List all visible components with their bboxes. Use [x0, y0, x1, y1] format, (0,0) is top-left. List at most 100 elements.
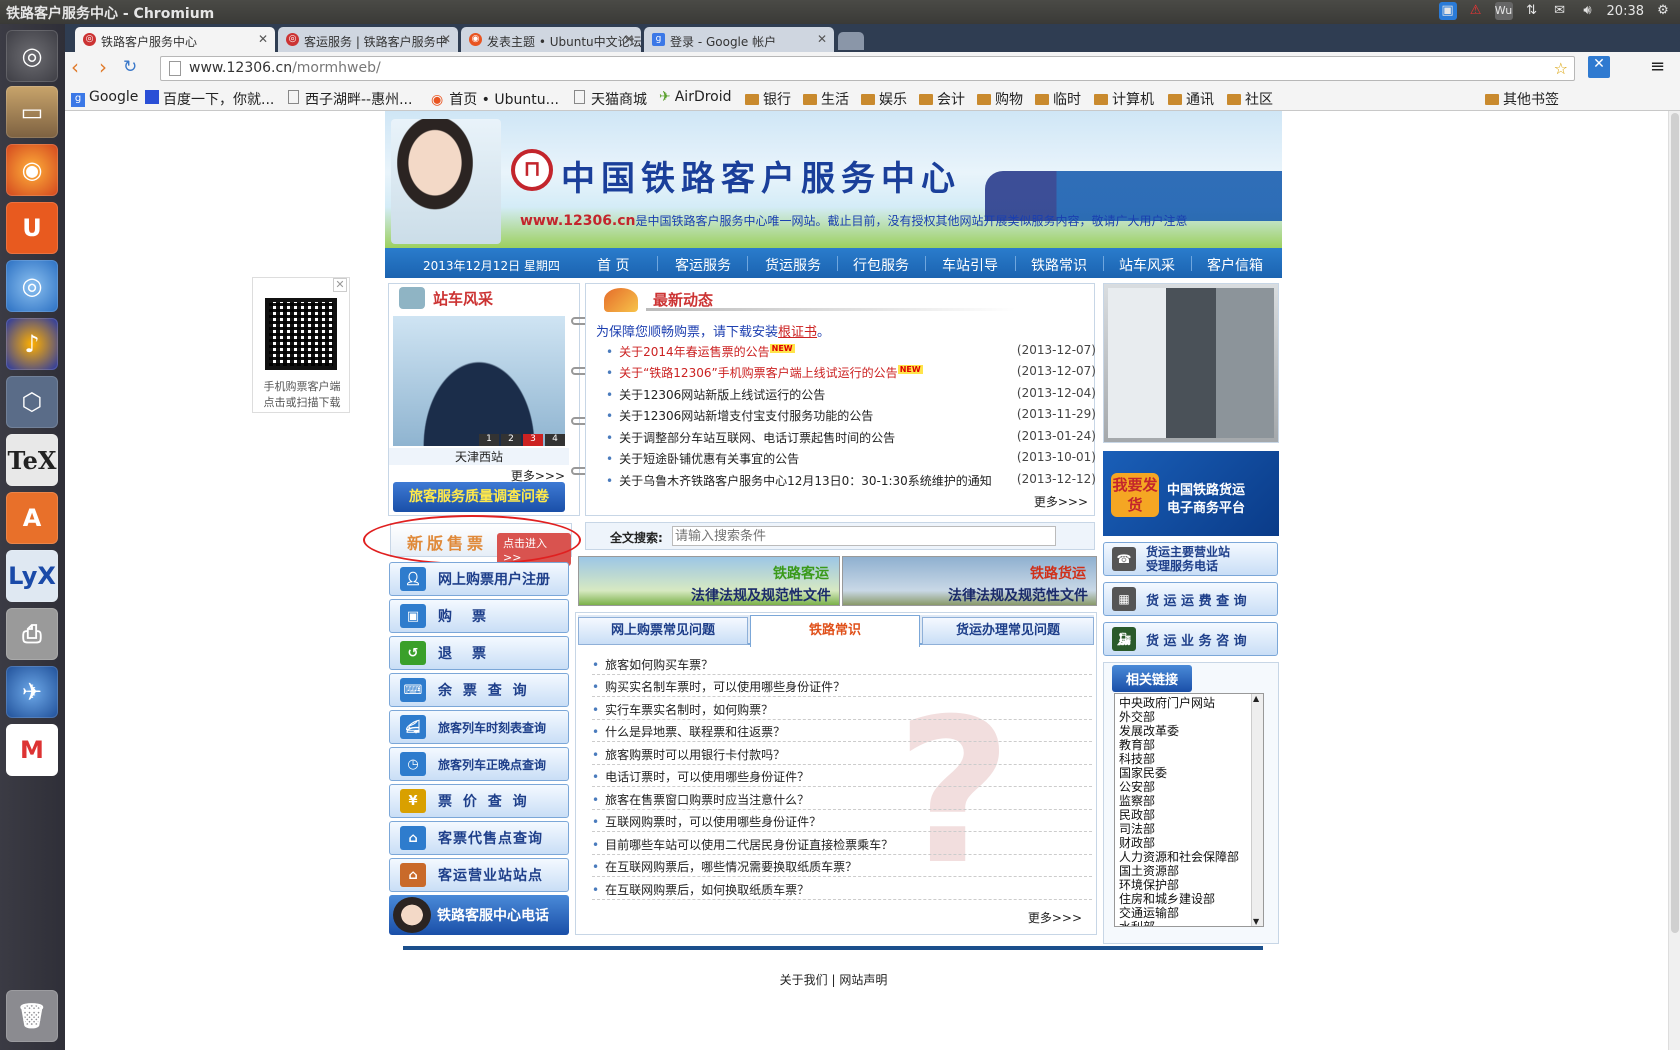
firefox-icon[interactable]: ◉: [6, 144, 58, 196]
news-title[interactable]: 关于乌鲁木齐铁路客户服务中心12月13日0：30-1:30系统维护的通知: [619, 474, 992, 488]
network-icon[interactable]: ⇅: [1523, 2, 1541, 20]
extension-icon[interactable]: ✕: [1588, 56, 1610, 78]
faq-text[interactable]: 实行车票实名制时，如何购票？: [605, 703, 773, 717]
news-item[interactable]: • 关于乌鲁木齐铁路客户服务中心12月13日0：30-1:30系统维护的通知 (20…: [606, 472, 1096, 490]
faq-item[interactable]: • 旅客如何购买车票？: [592, 653, 1092, 675]
new-tab-button[interactable]: [838, 32, 864, 50]
freight-fee-query-button[interactable]: ▦ 货 运 运 费 查 询: [1103, 582, 1278, 616]
news-item[interactable]: • 关于12306网站新版上线试运行的公告 (2013-12-04): [606, 386, 1096, 404]
timetable-button[interactable]: 🚄︎ 旅客列车时刻表查询: [389, 710, 569, 744]
tab-passenger-service[interactable]: ◎ 客运服务 | 铁路客户服务中 ✕: [278, 27, 458, 52]
close-icon[interactable]: ✕: [817, 32, 827, 46]
station-caption[interactable]: 天津西站: [389, 448, 569, 465]
nav-luggage-service[interactable]: 行包服务: [853, 255, 909, 275]
qr-download-panel[interactable]: ✕ 手机购票客户端 点击或扫描下载: [252, 277, 350, 413]
bookmark-xizi[interactable]: 西子湖畔--惠州...: [288, 89, 412, 109]
warning-icon[interactable]: ⚠: [1467, 2, 1485, 20]
nav-station-style[interactable]: 站车风采: [1119, 255, 1175, 275]
list-item[interactable]: 水利部: [1119, 918, 1155, 926]
mail-icon[interactable]: ✉: [1551, 2, 1569, 20]
chromium-icon[interactable]: ◎: [6, 260, 58, 312]
cert-link[interactable]: 根证书: [778, 325, 817, 340]
agency-query-button[interactable]: ⌂ 客票代售点查询: [389, 821, 569, 855]
tab-ubuntu-forum[interactable]: ◉ 发表主题 • Ubuntu中文论坛 ✕: [461, 27, 641, 52]
news-item[interactable]: • 关于调整部分车站互联网、电话订票起售时间的公告 (2013-01-24): [606, 429, 1096, 447]
bookmark-folder-temp[interactable]: 临时: [1035, 89, 1081, 109]
scroll-up-icon[interactable]: ▲: [1253, 694, 1259, 703]
address-bar[interactable]: www.12306.cn/mormhweb/ ☆: [160, 56, 1575, 81]
news-item[interactable]: • 关于2014年春运售票的公告 NEW (2013-12-07): [606, 343, 1096, 361]
audacity-icon[interactable]: ♪: [6, 318, 58, 370]
freight-law-banner[interactable]: 铁路货运 法律法规及规范性文件: [842, 556, 1097, 606]
faq-text[interactable]: 目前哪些车站可以使用二代居民身份证直接检票乘车？: [605, 838, 893, 852]
bookmark-ubuntu[interactable]: ◉ 首页 • Ubuntu...: [431, 89, 559, 109]
survey-button[interactable]: 旅客服务质量调查问卷: [393, 482, 565, 512]
bookmark-folder-comm[interactable]: 通讯: [1168, 89, 1214, 109]
faq-item[interactable]: • 电话订票时，可以使用哪些身份证件？: [592, 765, 1092, 787]
faq-item[interactable]: • 实行车票实名制时，如何购票？: [592, 698, 1092, 720]
faq-text[interactable]: 旅客购票时可以用银行卡付款吗？: [605, 748, 785, 762]
ubuntu-dash-icon[interactable]: ◎: [6, 30, 58, 82]
buy-ticket-button[interactable]: ▣ 购 票: [389, 599, 569, 633]
close-icon[interactable]: ✕: [441, 32, 451, 46]
reload-icon[interactable]: ↻: [123, 57, 137, 77]
faq-item[interactable]: • 购买实名制车票时，可以使用哪些身份证件？: [592, 675, 1092, 697]
faq-text[interactable]: 购买实名制车票时，可以使用哪些身份证件？: [605, 680, 845, 694]
nav-passenger-service[interactable]: 客运服务: [675, 255, 731, 275]
related-links-list[interactable]: ▲ ▼ 中央政府门户网站 外交部 发展改革委 教育部 科技部 国家民委 公安部 …: [1114, 693, 1264, 927]
clock[interactable]: 20:38: [1607, 4, 1644, 19]
faq-text[interactable]: 旅客如何购买车票？: [605, 658, 713, 672]
faq-text[interactable]: 什么是异地票、联程票和往返票？: [605, 725, 785, 739]
delay-query-button[interactable]: ◷ 旅客列车正晚点查询: [389, 747, 569, 781]
nav-freight-service[interactable]: 货运服务: [765, 255, 821, 275]
tab-railway-knowledge[interactable]: 铁路常识: [750, 615, 920, 647]
news-title[interactable]: 关于短途卧铺优惠有关事宜的公告: [619, 452, 799, 466]
news-item[interactable]: • 关于12306网站新增支付宝支付服务功能的公告 (2013-11-29): [606, 407, 1096, 425]
bookmark-folder-computer[interactable]: 计算机: [1094, 89, 1154, 109]
nav-home[interactable]: 首 页: [597, 255, 629, 275]
register-button[interactable]: 👤︎ 网上购票用户注册: [389, 562, 569, 596]
faq-text[interactable]: 在互联网购票后，如何换取纸质车票？: [605, 883, 809, 897]
freight-photo[interactable]: [1103, 283, 1279, 443]
station-points-button[interactable]: ⌂ 客运营业站站点: [389, 858, 569, 892]
footer-links[interactable]: 关于我们 | 网站声明: [385, 971, 1282, 988]
files-icon[interactable]: ▭: [6, 86, 58, 138]
bookmark-baidu[interactable]: 百度一下，你就...: [145, 89, 274, 109]
volume-icon[interactable]: 🔊︎: [1579, 2, 1597, 20]
faq-item[interactable]: • 旅客在售票窗口购票时应当注意什么？: [592, 788, 1092, 810]
page-scrollbar[interactable]: [1668, 111, 1680, 1050]
bookmark-folder-life[interactable]: 生活: [803, 89, 849, 109]
input-method-icon[interactable]: Wu: [1494, 2, 1513, 20]
hotline-banner[interactable]: 铁路客服中心电话: [389, 895, 569, 935]
trash-icon[interactable]: 🗑︎: [6, 990, 58, 1042]
faq-text[interactable]: 旅客在售票窗口购票时应当注意什么？: [605, 793, 809, 807]
bookmark-airdroid[interactable]: ✈ AirDroid: [659, 89, 732, 105]
gmail-icon[interactable]: M: [6, 724, 58, 776]
printer-icon[interactable]: ⎙: [6, 608, 58, 660]
faq-text[interactable]: 在互联网购票后，哪些情况需要换取纸质车票？: [605, 860, 857, 874]
pager-2[interactable]: 2: [501, 434, 521, 446]
pager-3[interactable]: 3: [523, 434, 543, 446]
close-icon[interactable]: ✕: [258, 32, 268, 46]
freight-consult-button[interactable]: 🚂︎ 货 运 业 务 咨 询: [1103, 622, 1278, 656]
star-icon[interactable]: ☆: [1554, 59, 1568, 78]
nav-station-guide[interactable]: 车站引导: [942, 255, 998, 275]
faq-more-link[interactable]: 更多>>>: [1028, 909, 1082, 926]
bookmark-google[interactable]: g Google: [71, 89, 138, 107]
news-title[interactable]: 关于12306网站新增支付宝支付服务功能的公告: [619, 409, 873, 423]
close-icon[interactable]: ✕: [624, 32, 634, 46]
bookmark-folder-accounting[interactable]: 会计: [919, 89, 965, 109]
nav-railway-knowledge[interactable]: 铁路常识: [1031, 255, 1087, 275]
scroll-down-icon[interactable]: ▼: [1253, 917, 1259, 926]
freight-stations-phone-button[interactable]: ☎ 货运主要营业站 受理服务电话: [1103, 542, 1278, 576]
tab-google-login[interactable]: g 登录 - Google 帐户 ✕: [644, 27, 834, 52]
software-center-icon[interactable]: A: [6, 492, 58, 544]
faq-item[interactable]: • 在互联网购票后，如何换取纸质车票？: [592, 878, 1092, 900]
faq-item[interactable]: • 旅客购票时可以用银行卡付款吗？: [592, 743, 1092, 765]
tab-12306-home[interactable]: ◎ 铁路客户服务中心 ✕: [75, 27, 275, 52]
bookmark-folder-shopping[interactable]: 购物: [977, 89, 1023, 109]
refund-button[interactable]: ↺ 退 票: [389, 636, 569, 670]
forward-icon[interactable]: ›: [99, 55, 107, 79]
news-title[interactable]: 关于12306网站新版上线试运行的公告: [619, 388, 825, 402]
search-input[interactable]: [672, 526, 1056, 546]
